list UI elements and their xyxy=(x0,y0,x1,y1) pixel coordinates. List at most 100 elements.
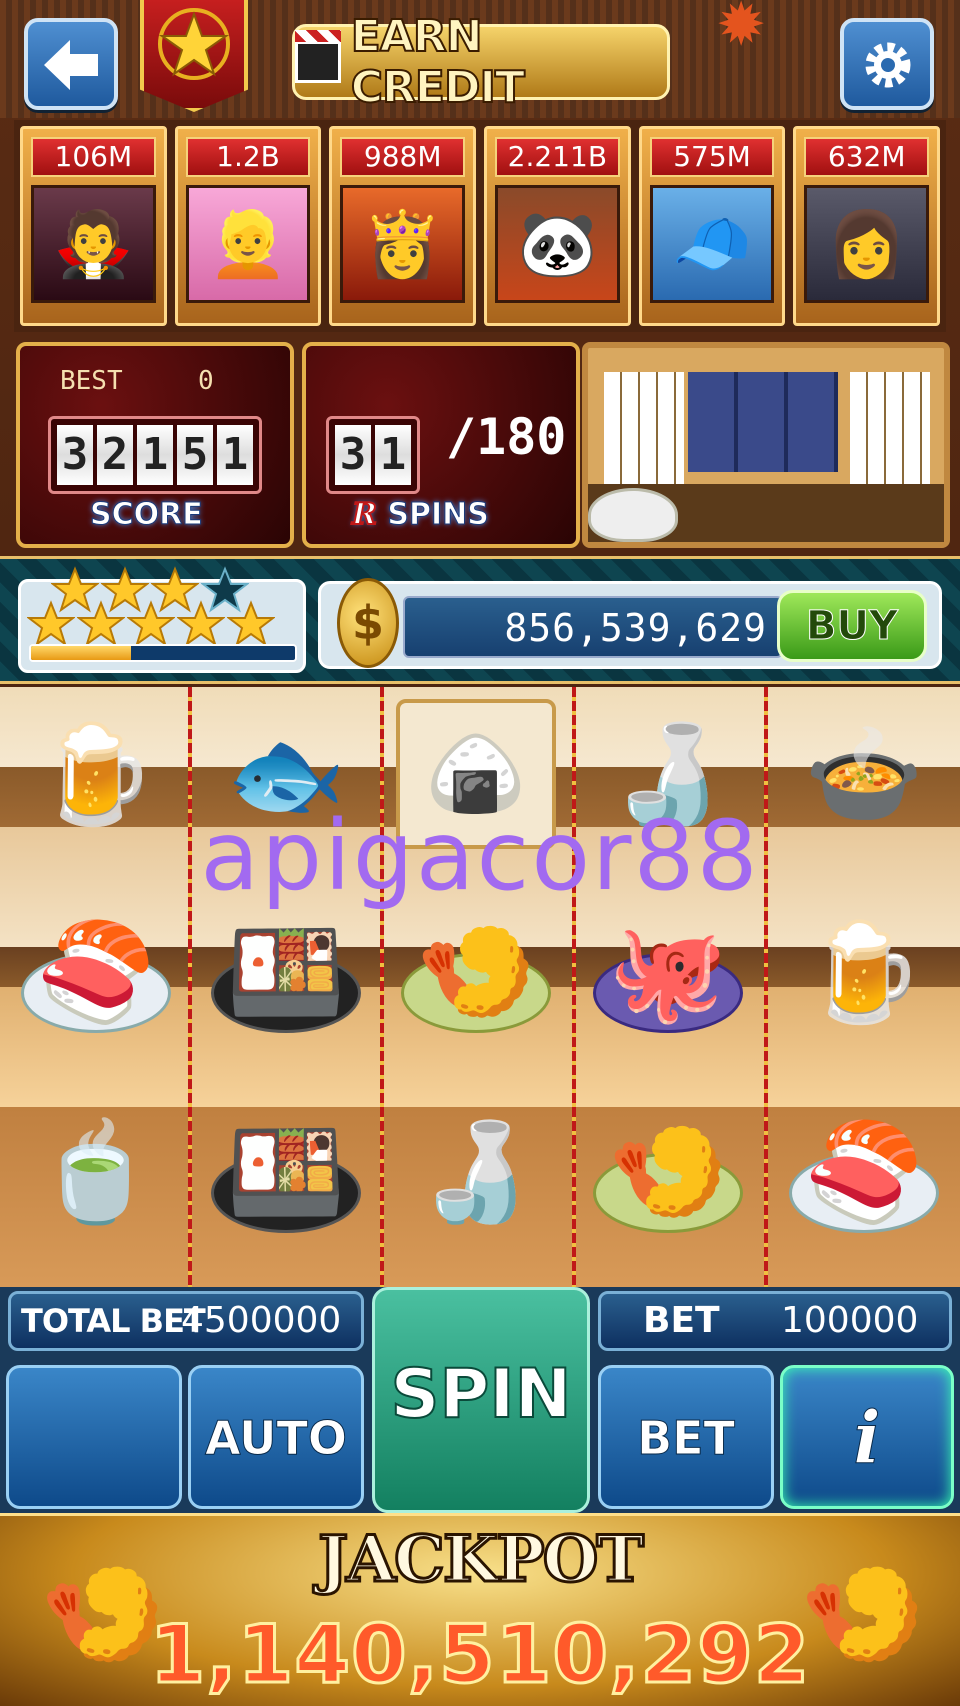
rank-medal[interactable] xyxy=(140,0,248,112)
jackpot-title: JACKPOT xyxy=(317,1521,646,1599)
matcha-symbol: 🍵 xyxy=(16,1097,176,1247)
score-digit: 3 xyxy=(57,425,93,485)
control-panel: TOTAL BET 4500000 SPIN BET 100000 AUTO B… xyxy=(0,1287,960,1513)
player-credit: 106M xyxy=(31,137,156,177)
auto-button[interactable]: AUTO xyxy=(188,1365,364,1509)
star-filled-icon xyxy=(27,600,75,647)
sake-symbol: 🍶 xyxy=(396,1097,556,1247)
watermark-text: apigacor88 xyxy=(200,800,760,912)
reel-divider xyxy=(572,687,576,1287)
ebi-sushi-icon: 🍤 xyxy=(608,1116,728,1228)
noren-curtain xyxy=(688,372,838,472)
player-card[interactable]: 988M 👸 xyxy=(329,126,477,326)
unagi-symbol: 🍱 xyxy=(206,897,366,1047)
player-credit: 988M xyxy=(340,137,466,177)
player-card[interactable]: 106M 🧛 xyxy=(20,126,167,326)
reel-divider xyxy=(380,687,384,1287)
star-filled-icon xyxy=(227,600,275,647)
total-bet-display: TOTAL BET 4500000 xyxy=(8,1291,364,1351)
xp-progress-bar xyxy=(29,644,297,662)
reel-divider xyxy=(764,687,768,1287)
jackpot-banner: 🍤 🍤 JACKPOT 1,140,510,292 xyxy=(0,1513,960,1706)
total-bet-label: TOTAL BET xyxy=(21,1302,206,1340)
credit-balance: 856,539,629 xyxy=(403,596,783,658)
shoji-window xyxy=(604,372,684,492)
tako-symbol: 🐙 xyxy=(588,897,748,1047)
score-digit: 1 xyxy=(217,425,253,485)
avatar: 🐼 xyxy=(495,185,620,303)
xp-progress-fill xyxy=(31,646,132,660)
back-button[interactable] xyxy=(24,18,118,110)
score-digit: 2 xyxy=(97,425,133,485)
ikura-symbol: 🍣 xyxy=(16,897,176,1047)
star-medal-icon xyxy=(158,8,230,80)
player-credit: 1.2B xyxy=(185,137,311,177)
avatar: 🧛 xyxy=(31,185,156,303)
player-credit: 2.211B xyxy=(495,137,620,177)
player-leaderboard: 106M 🧛 1.2B 👱 988M 👸 2.211B 🐼 575M 🧢 632M 👩 xyxy=(14,120,946,332)
player-card[interactable]: 1.2B 👱 xyxy=(174,126,322,326)
back-arrow-icon xyxy=(44,40,98,90)
buy-button[interactable]: BUY xyxy=(777,590,927,662)
status-bar: $ 856,539,629 BUY xyxy=(0,556,960,684)
ikura-sushi-icon: 🍣 xyxy=(36,916,156,1028)
info-button[interactable]: i xyxy=(780,1365,954,1509)
total-bet-value: 4500000 xyxy=(181,1300,342,1341)
stars-row-bottom xyxy=(27,600,275,648)
avatar: 👱 xyxy=(185,185,311,303)
rice-bowl-icon xyxy=(588,488,678,542)
avatar: 👩 xyxy=(804,185,930,303)
slot-reels: 🍺 🍣 🍵 🐟 🍱 🍱 🍙 🍤 🍶 🍶 🐙 🍤 🍲 🍺 🍣 xyxy=(0,687,960,1287)
ebi-symbol: 🍤 xyxy=(588,1097,748,1247)
star-filled-icon xyxy=(77,600,125,647)
avatar: 👸 xyxy=(340,185,466,303)
game-screen: { "header": { "earn_credit_label": "EARN… xyxy=(0,0,960,1706)
score-area: BEST 0 3 2 1 5 1 SCORE 3 1 /180 R SPINS xyxy=(10,342,950,554)
bet-display: BET 100000 xyxy=(598,1291,952,1351)
spins-label: SPINS xyxy=(387,497,489,533)
bet-label: BET xyxy=(643,1300,720,1341)
clapperboard-icon xyxy=(295,30,341,83)
earn-credit-button[interactable]: EARN CREDIT xyxy=(292,10,670,114)
bet-button[interactable]: BET xyxy=(598,1365,774,1509)
reel-divider xyxy=(188,687,192,1287)
shoji-window xyxy=(850,372,930,492)
ebi-sushi-icon: 🍤 xyxy=(416,916,536,1028)
best-label: BEST xyxy=(60,366,123,396)
gear-icon xyxy=(865,42,911,88)
unagi-symbol: 🍱 xyxy=(206,1097,366,1247)
maple-leaf-icon: ✹ xyxy=(716,0,767,60)
level-stars[interactable] xyxy=(18,566,306,673)
beer-symbol: 🍺 xyxy=(784,897,944,1047)
star-filled-icon xyxy=(127,600,175,647)
spin-button[interactable]: SPIN xyxy=(372,1287,590,1513)
score-digit: 1 xyxy=(137,425,173,485)
ikura-sushi-icon: 🍣 xyxy=(804,1116,924,1228)
star-filled-icon xyxy=(177,600,225,647)
score-label: SCORE xyxy=(90,497,204,533)
player-card[interactable]: 575M 🧢 xyxy=(638,126,786,326)
tako-sushi-icon: 🐙 xyxy=(608,916,728,1028)
matcha-cup-icon: 🍵 xyxy=(36,1116,156,1228)
r-logo-icon: R xyxy=(351,496,378,533)
spins-panel: 3 1 /180 R SPINS xyxy=(302,342,580,548)
player-credit: 632M xyxy=(804,137,930,177)
spins-digit: 1 xyxy=(375,425,411,485)
spins-counter: 3 1 xyxy=(326,416,420,494)
sushi-shop-scene xyxy=(582,342,950,548)
beer-icon: 🍺 xyxy=(804,916,924,1028)
player-card[interactable]: 632M 👩 xyxy=(793,126,941,326)
unagi-sushi-icon: 🍱 xyxy=(226,1116,346,1228)
coin-icon: $ xyxy=(337,578,399,668)
credit-box: $ 856,539,629 BUY xyxy=(318,578,942,669)
bet-value: 100000 xyxy=(781,1300,919,1341)
spins-label-row: R SPINS xyxy=(351,496,489,533)
player-credit: 575M xyxy=(649,137,775,177)
player-card[interactable]: 2.211B 🐼 xyxy=(484,126,631,326)
score-digit: 5 xyxy=(177,425,213,485)
earn-credit-label: EARN CREDIT xyxy=(350,10,526,114)
ikura-symbol: 🍣 xyxy=(784,1097,944,1247)
spins-digit: 3 xyxy=(335,425,371,485)
settings-button[interactable] xyxy=(840,18,934,110)
blank-button[interactable] xyxy=(6,1365,182,1509)
